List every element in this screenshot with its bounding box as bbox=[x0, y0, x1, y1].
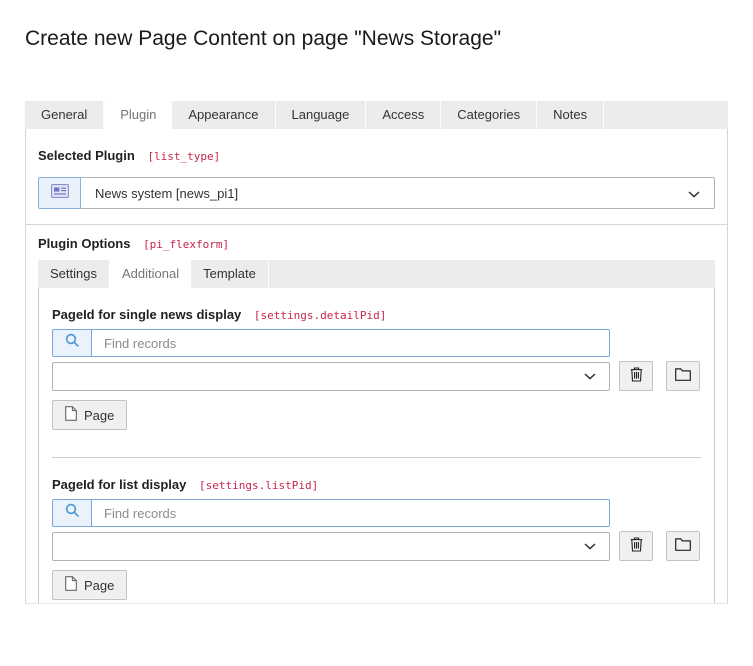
find-records-input[interactable] bbox=[92, 329, 610, 357]
field-code: [settings.detailPid] bbox=[254, 309, 386, 322]
subtab-settings[interactable]: Settings bbox=[38, 260, 110, 288]
find-records-input[interactable] bbox=[92, 499, 610, 527]
plugin-options-section: Plugin Options [pi_flexform] Settings Ad… bbox=[26, 225, 727, 604]
field-group-list-pid: PageId for list display [settings.listPi… bbox=[52, 458, 701, 600]
selected-records-list[interactable] bbox=[52, 532, 610, 561]
page-document-icon bbox=[65, 406, 77, 424]
search-icon bbox=[65, 333, 80, 353]
tab-notes[interactable]: Notes bbox=[537, 101, 604, 129]
tab-categories[interactable]: Categories bbox=[441, 101, 537, 129]
trash-icon bbox=[630, 537, 643, 555]
record-search-row bbox=[52, 499, 610, 527]
selected-plugin-row: News system [news_pi1] bbox=[38, 177, 715, 209]
tab-general[interactable]: General bbox=[25, 101, 104, 129]
search-icon-box bbox=[52, 329, 92, 357]
selected-plugin-value: News system [news_pi1] bbox=[95, 186, 238, 201]
record-edit-form: General Plugin Appearance Language Acces… bbox=[25, 101, 728, 604]
tab-appearance[interactable]: Appearance bbox=[172, 101, 275, 129]
subtab-additional[interactable]: Additional bbox=[110, 260, 191, 288]
plugin-options-field-code: [pi_flexform] bbox=[143, 238, 229, 251]
additional-tab-panel: PageId for single news display [settings… bbox=[38, 288, 715, 604]
record-select-row bbox=[52, 531, 701, 561]
chevron-down-icon bbox=[584, 537, 596, 555]
add-page-record-label: Page bbox=[84, 578, 114, 593]
newspaper-icon bbox=[51, 184, 69, 203]
field-group-detail-pid: PageId for single news display [settings… bbox=[52, 288, 701, 430]
selected-plugin-label: Selected Plugin bbox=[38, 148, 135, 163]
plugin-tab-panel: Selected Plugin [list_type] bbox=[25, 129, 728, 604]
record-search-row bbox=[52, 329, 610, 357]
field-label: PageId for single news display bbox=[52, 307, 241, 322]
selected-plugin-select[interactable]: News system [news_pi1] bbox=[81, 177, 715, 209]
selected-plugin-field-code: [list_type] bbox=[147, 150, 220, 163]
main-tabbar: General Plugin Appearance Language Acces… bbox=[25, 101, 728, 129]
add-page-record-label: Page bbox=[84, 408, 114, 423]
folder-icon bbox=[675, 538, 691, 554]
page-document-icon bbox=[65, 576, 77, 594]
plugin-icon-box bbox=[38, 177, 81, 209]
tab-language[interactable]: Language bbox=[276, 101, 367, 129]
plugin-options-label: Plugin Options bbox=[38, 236, 130, 251]
page-title: Create new Page Content on page "News St… bbox=[25, 26, 728, 52]
trash-icon bbox=[630, 367, 643, 385]
delete-record-button[interactable] bbox=[619, 531, 653, 561]
selected-records-list[interactable] bbox=[52, 362, 610, 391]
add-page-record-button[interactable]: Page bbox=[52, 400, 127, 430]
selected-plugin-section: Selected Plugin [list_type] bbox=[26, 129, 727, 209]
tab-access[interactable]: Access bbox=[366, 101, 441, 129]
subtab-template[interactable]: Template bbox=[191, 260, 269, 288]
add-page-record-button[interactable]: Page bbox=[52, 570, 127, 600]
record-select-row bbox=[52, 361, 701, 391]
search-icon-box bbox=[52, 499, 92, 527]
browse-records-button[interactable] bbox=[666, 361, 700, 391]
field-label: PageId for list display bbox=[52, 477, 186, 492]
chevron-down-icon bbox=[584, 367, 596, 385]
delete-record-button[interactable] bbox=[619, 361, 653, 391]
field-code: [settings.listPid] bbox=[199, 479, 318, 492]
search-icon bbox=[65, 503, 80, 523]
chevron-down-icon bbox=[688, 186, 700, 201]
tab-plugin[interactable]: Plugin bbox=[104, 101, 172, 129]
browse-records-button[interactable] bbox=[666, 531, 700, 561]
flexform-tabbar: Settings Additional Template bbox=[38, 260, 715, 288]
folder-icon bbox=[675, 368, 691, 384]
